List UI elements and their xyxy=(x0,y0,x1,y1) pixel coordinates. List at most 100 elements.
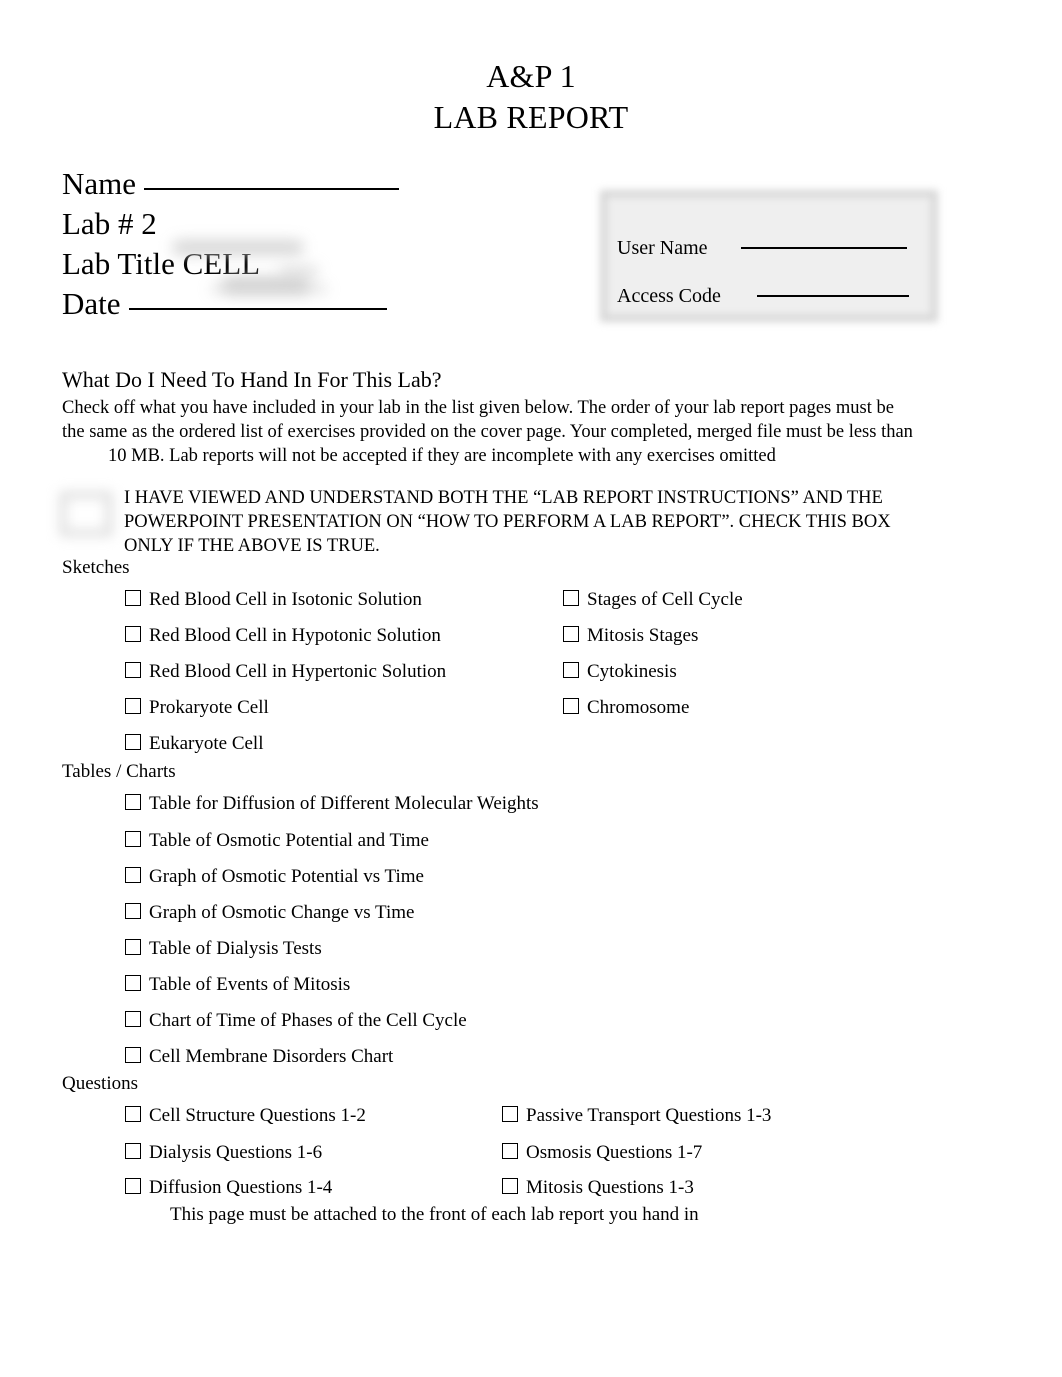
checklist-item-label: Graph of Osmotic Potential vs Time xyxy=(149,866,424,887)
checkbox-icon[interactable] xyxy=(125,734,141,750)
section-label-sketches: Sketches xyxy=(62,557,130,578)
handin-size-limit-value: 10 xyxy=(108,446,127,466)
checklist-item-label: Stages of Cell Cycle xyxy=(587,589,743,610)
checklist-item-label: Table of Osmotic Potential and Time xyxy=(149,830,429,851)
date-write-in-line[interactable] xyxy=(128,308,387,310)
checklist-item-dialysis-questions[interactable]: Dialysis Questions 1-6 xyxy=(125,1142,322,1164)
access-code-label: Access Code xyxy=(617,285,721,307)
user-name-label: User Name xyxy=(617,237,708,259)
checklist-item-label: Diffusion Questions 1-4 xyxy=(149,1177,333,1198)
checkbox-icon[interactable] xyxy=(125,1011,141,1027)
checklist-item-table-osmotic-potential-time[interactable]: Table of Osmotic Potential and Time xyxy=(125,830,429,852)
checklist-item-graph-osmotic-change-vs-time[interactable]: Graph of Osmotic Change vs Time xyxy=(125,902,414,924)
checkbox-icon[interactable] xyxy=(125,794,141,810)
checklist-item-label: Red Blood Cell in Hypertonic Solution xyxy=(149,661,447,682)
attestation-checkbox[interactable] xyxy=(60,492,112,536)
checkbox-icon[interactable] xyxy=(563,698,579,714)
checkbox-icon[interactable] xyxy=(502,1178,518,1194)
handin-heading: What Do I Need To Hand In For This Lab? xyxy=(62,367,442,392)
access-code-write-in-line[interactable] xyxy=(757,295,909,297)
checklist-item-label: Graph of Osmotic Change vs Time xyxy=(149,902,415,923)
checklist-item-sketch-rbc-hypotonic[interactable]: Red Blood Cell in Hypotonic Solution xyxy=(125,625,441,647)
checklist-item-sketch-cell-cycle-stages[interactable]: Stages of Cell Cycle xyxy=(563,589,743,611)
checklist-item-label: Prokaryote Cell xyxy=(149,697,269,718)
checklist-item-osmosis-questions[interactable]: Osmosis Questions 1-7 xyxy=(502,1142,702,1164)
attestation-text: I HAVE VIEWED AND UNDERSTAND BOTH THE “L… xyxy=(124,488,891,556)
checklist-item-label: Cell Membrane Disorders Chart xyxy=(149,1046,394,1067)
checkbox-icon[interactable] xyxy=(125,831,141,847)
checkbox-icon[interactable] xyxy=(125,975,141,991)
handin-instructions-part2: MB. Lab reports will not be accepted if … xyxy=(131,446,776,466)
document-title: A&P 1 LAB REPORT xyxy=(0,56,1062,138)
checklist-item-table-dialysis-tests[interactable]: Table of Dialysis Tests xyxy=(125,938,322,960)
title-line-2: LAB REPORT xyxy=(433,99,629,135)
checklist-item-sketch-rbc-isotonic[interactable]: Red Blood Cell in Isotonic Solution xyxy=(125,589,422,611)
section-label-questions: Questions xyxy=(62,1073,138,1094)
checklist-item-cell-structure-questions[interactable]: Cell Structure Questions 1-2 xyxy=(125,1105,366,1127)
checkbox-icon[interactable] xyxy=(125,662,141,678)
checklist-item-label: Osmosis Questions 1-7 xyxy=(526,1142,703,1163)
access-code-row: Access Code xyxy=(617,272,938,320)
name-row: Name xyxy=(62,164,400,204)
checklist-item-cell-membrane-disorders-chart[interactable]: Cell Membrane Disorders Chart xyxy=(125,1046,393,1068)
checkbox-icon[interactable] xyxy=(125,1143,141,1159)
lab-number-label: Lab # 2 xyxy=(62,206,157,241)
checkbox-icon[interactable] xyxy=(563,626,579,642)
checklist-item-label: Eukaryote Cell xyxy=(149,733,264,754)
checklist-item-table-diffusion-molecular-weights[interactable]: Table for Diffusion of Different Molecul… xyxy=(125,793,539,815)
title-line-1: A&P 1 xyxy=(486,58,576,94)
user-name-row: User Name xyxy=(617,224,938,272)
checklist-item-label: Chart of Time of Phases of the Cell Cycl… xyxy=(149,1010,467,1031)
footer-note: This page must be attached to the front … xyxy=(170,1204,699,1225)
checkbox-icon[interactable] xyxy=(125,903,141,919)
checklist-item-label: Mitosis Stages xyxy=(587,625,699,646)
checklist-item-sketch-cytokinesis[interactable]: Cytokinesis xyxy=(563,661,677,683)
checklist-item-label: Table of Dialysis Tests xyxy=(149,938,322,959)
checklist-item-label: Table for Diffusion of Different Molecul… xyxy=(149,793,539,814)
checkbox-icon[interactable] xyxy=(502,1106,518,1122)
date-label: Date xyxy=(62,286,121,321)
checkbox-icon[interactable] xyxy=(563,590,579,606)
checkbox-icon[interactable] xyxy=(125,939,141,955)
name-label: Name xyxy=(62,166,137,201)
user-name-write-in-line[interactable] xyxy=(741,247,907,249)
name-write-in-line[interactable] xyxy=(144,188,400,190)
checkbox-icon[interactable] xyxy=(125,1047,141,1063)
checklist-item-label: Cell Structure Questions 1-2 xyxy=(149,1105,366,1126)
checklist-item-diffusion-questions[interactable]: Diffusion Questions 1-4 xyxy=(125,1177,332,1199)
checklist-item-label: Red Blood Cell in Hypotonic Solution xyxy=(149,625,441,646)
checklist-item-label: Chromosome xyxy=(587,697,690,718)
handin-instructions-part1: Check off what you have included in your… xyxy=(62,398,913,442)
checklist-item-label: Red Blood Cell in Isotonic Solution xyxy=(149,589,422,610)
checklist-item-passive-transport-questions[interactable]: Passive Transport Questions 1-3 xyxy=(502,1105,771,1127)
checklist-item-table-events-of-mitosis[interactable]: Table of Events of Mitosis xyxy=(125,974,350,996)
checklist-item-mitosis-questions[interactable]: Mitosis Questions 1-3 xyxy=(502,1177,694,1199)
checklist-item-graph-osmotic-potential-vs-time[interactable]: Graph of Osmotic Potential vs Time xyxy=(125,866,424,888)
checklist-item-sketch-prokaryote[interactable]: Prokaryote Cell xyxy=(125,697,269,719)
checkbox-icon[interactable] xyxy=(502,1143,518,1159)
checkbox-icon[interactable] xyxy=(125,698,141,714)
checklist-item-label: Table of Events of Mitosis xyxy=(149,974,351,995)
checkbox-icon[interactable] xyxy=(125,626,141,642)
handin-instructions: Check off what you have included in your… xyxy=(62,396,914,468)
checklist-item-chart-time-phases-cell-cycle[interactable]: Chart of Time of Phases of the Cell Cycl… xyxy=(125,1010,467,1032)
redaction-smudge-lab-title-tail xyxy=(279,265,319,277)
redaction-smudge-date xyxy=(210,284,328,294)
checkbox-icon[interactable] xyxy=(563,662,579,678)
checkbox-icon[interactable] xyxy=(125,1178,141,1194)
redaction-smudge-lab-number xyxy=(172,240,304,255)
checklist-item-sketch-mitosis-stages[interactable]: Mitosis Stages xyxy=(563,625,698,647)
checkbox-icon[interactable] xyxy=(125,590,141,606)
credentials-box-content: User Name Access Code xyxy=(600,190,938,322)
checklist-item-label: Cytokinesis xyxy=(587,661,677,682)
checklist-item-label: Dialysis Questions 1-6 xyxy=(149,1142,323,1163)
credentials-box: User Name Access Code xyxy=(600,190,938,322)
checklist-item-label: Passive Transport Questions 1-3 xyxy=(526,1105,772,1126)
checkbox-icon[interactable] xyxy=(125,867,141,883)
checklist-item-sketch-eukaryote[interactable]: Eukaryote Cell xyxy=(125,733,264,755)
checklist-item-sketch-rbc-hypertonic[interactable]: Red Blood Cell in Hypertonic Solution xyxy=(125,661,446,683)
checklist-item-sketch-chromosome[interactable]: Chromosome xyxy=(563,697,689,719)
checkbox-icon[interactable] xyxy=(125,1106,141,1122)
lab-report-page: A&P 1 LAB REPORT Name Lab # 2 Lab Title … xyxy=(0,0,1062,1377)
lab-number-row: Lab # 2 xyxy=(62,204,399,244)
